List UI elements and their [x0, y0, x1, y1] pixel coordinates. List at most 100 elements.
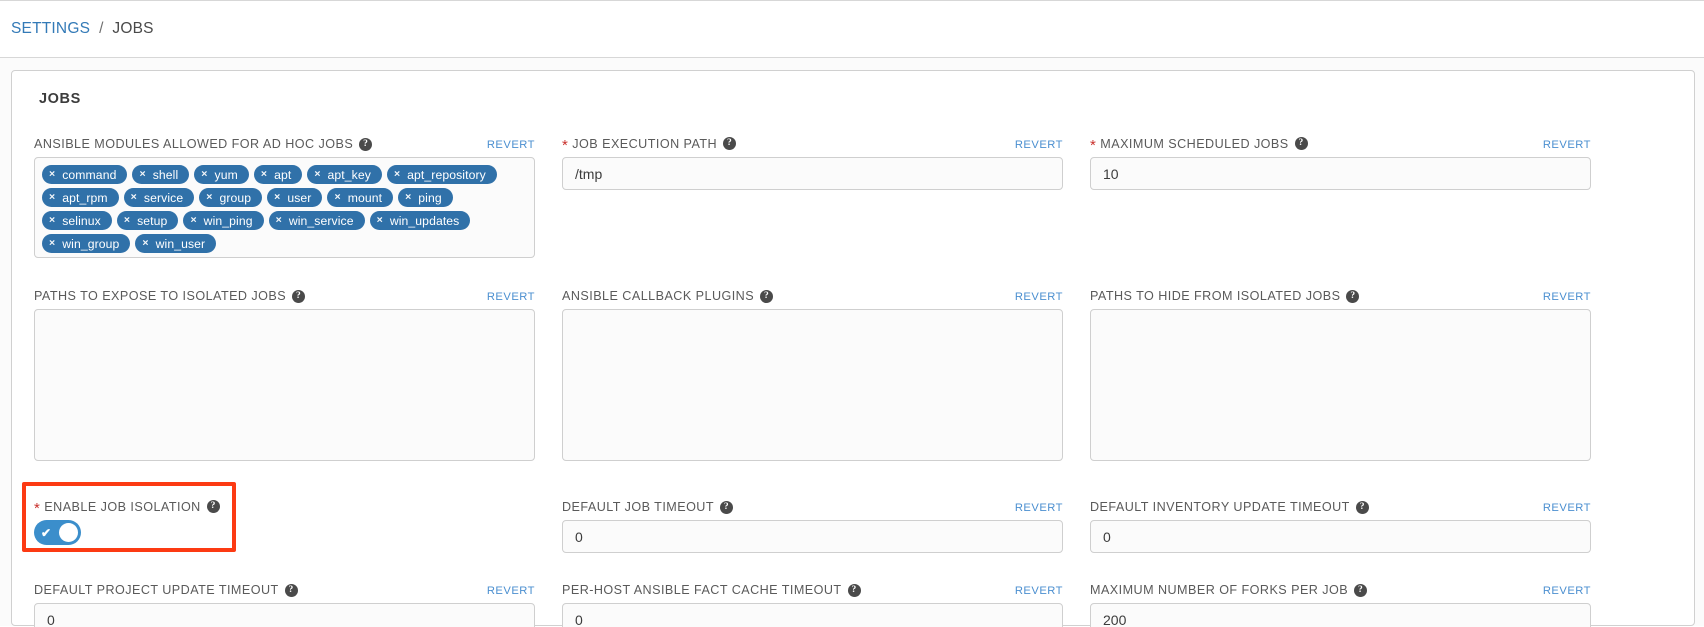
label-maximum-scheduled-jobs: * MAXIMUM SCHEDULED JOBS ? — [1090, 136, 1308, 153]
enable-job-isolation-toggle[interactable]: ✔ — [34, 520, 81, 545]
paths-expose-isolated-textarea[interactable] — [34, 309, 535, 461]
toggle-knob — [59, 523, 78, 542]
breadcrumb-jobs-current: JOBS — [112, 20, 154, 37]
default-inventory-update-timeout-label-text: DEFAULT INVENTORY UPDATE TIMEOUT — [1090, 500, 1350, 514]
breadcrumb-settings-link[interactable]: SETTINGS — [11, 20, 90, 38]
label-ansible-callback-plugins: ANSIBLE CALLBACK PLUGINS ? — [562, 289, 774, 303]
remove-tag-icon[interactable]: × — [124, 215, 130, 226]
module-tag[interactable]: × setup — [116, 211, 179, 230]
paths-hide-isolated-textarea[interactable] — [1090, 309, 1591, 461]
remove-tag-icon[interactable]: × — [314, 169, 320, 180]
remove-tag-icon[interactable]: × — [276, 215, 282, 226]
field-maximum-scheduled-jobs: * MAXIMUM SCHEDULED JOBS ? REVERT — [1090, 129, 1591, 258]
revert-paths-hide-isolated[interactable]: REVERT — [1543, 291, 1591, 303]
field-job-execution-path: * JOB EXECUTION PATH ? REVERT — [562, 129, 1063, 258]
default-job-timeout-input[interactable] — [562, 520, 1063, 553]
module-tag[interactable]: × apt_key — [307, 165, 382, 184]
remove-tag-icon[interactable]: × — [49, 238, 55, 249]
help-icon[interactable]: ? — [723, 137, 737, 150]
revert-default-project-update-timeout[interactable]: REVERT — [487, 585, 535, 597]
remove-tag-icon[interactable]: × — [190, 215, 196, 226]
module-tag[interactable]: × mount — [327, 188, 394, 207]
module-tag[interactable]: × win_updates — [369, 211, 471, 230]
revert-maximum-scheduled-jobs[interactable]: REVERT — [1543, 139, 1591, 151]
help-icon[interactable]: ? — [359, 137, 373, 151]
help-icon[interactable]: ? — [1294, 137, 1308, 150]
help-icon[interactable]: ? — [1354, 583, 1368, 597]
maximum-scheduled-jobs-input[interactable] — [1090, 157, 1591, 190]
revert-paths-expose-isolated[interactable]: REVERT — [487, 291, 535, 303]
module-tag-label: win_updates — [389, 213, 460, 228]
remove-tag-icon[interactable]: × — [274, 192, 280, 203]
ansible-callback-plugins-textarea[interactable] — [562, 309, 1063, 461]
module-tag[interactable]: × win_service — [268, 211, 365, 230]
ansible-modules-tagbox[interactable]: × command × shell × yum × apt × apt_key × apt_repos… — [34, 157, 535, 258]
help-icon[interactable]: ? — [760, 289, 774, 303]
maximum-forks-per-job-label-text: MAXIMUM NUMBER OF FORKS PER JOB — [1090, 583, 1349, 597]
revert-ansible-modules[interactable]: REVERT — [487, 139, 535, 151]
label-row-maximum-forks-per-job: MAXIMUM NUMBER OF FORKS PER JOB ? REVERT — [1090, 575, 1591, 597]
module-tag[interactable]: × win_group — [42, 234, 131, 253]
label-row-paths-hide-isolated: PATHS TO HIDE FROM ISOLATED JOBS ? REVER… — [1090, 281, 1591, 303]
remove-tag-icon[interactable]: × — [334, 192, 340, 203]
per-host-fact-cache-timeout-input[interactable] — [562, 603, 1063, 627]
remove-tag-icon[interactable]: × — [49, 215, 55, 226]
label-default-project-update-timeout: DEFAULT PROJECT UPDATE TIMEOUT ? — [34, 583, 298, 597]
module-tag[interactable]: × group — [199, 188, 263, 207]
label-maximum-forks-per-job: MAXIMUM NUMBER OF FORKS PER JOB ? — [1090, 583, 1368, 597]
field-enable-job-isolation: * ENABLE JOB ISOLATION ? ✔ — [22, 482, 535, 553]
module-tag[interactable]: × yum — [194, 165, 249, 184]
paths-expose-isolated-label-text: PATHS TO EXPOSE TO ISOLATED JOBS — [34, 289, 287, 303]
revert-per-host-fact-cache-timeout[interactable]: REVERT — [1015, 585, 1063, 597]
remove-tag-icon[interactable]: × — [139, 169, 145, 180]
module-tag[interactable]: × command — [42, 165, 128, 184]
module-tag[interactable]: × win_ping — [183, 211, 264, 230]
remove-tag-icon[interactable]: × — [49, 192, 55, 203]
label-row-ansible-modules: ANSIBLE MODULES ALLOWED FOR AD HOC JOBS … — [34, 129, 535, 151]
module-tag[interactable]: × apt_repository — [386, 165, 497, 184]
module-tag[interactable]: × shell — [132, 165, 190, 184]
revert-maximum-forks-per-job[interactable]: REVERT — [1543, 585, 1591, 597]
help-icon[interactable]: ? — [206, 500, 220, 513]
remove-tag-icon[interactable]: × — [405, 192, 411, 203]
remove-tag-icon[interactable]: × — [131, 192, 137, 203]
default-project-update-timeout-input[interactable] — [34, 603, 535, 627]
help-icon[interactable]: ? — [284, 583, 298, 597]
revert-ansible-callback-plugins[interactable]: REVERT — [1015, 291, 1063, 303]
revert-default-inventory-update-timeout[interactable]: REVERT — [1543, 502, 1591, 514]
field-maximum-forks-per-job: MAXIMUM NUMBER OF FORKS PER JOB ? REVERT — [1090, 575, 1591, 627]
field-paths-hide-isolated: PATHS TO HIDE FROM ISOLATED JOBS ? REVER… — [1090, 281, 1591, 466]
module-tag[interactable]: × ping — [398, 188, 453, 207]
revert-default-job-timeout[interactable]: REVERT — [1015, 502, 1063, 514]
default-inventory-update-timeout-input[interactable] — [1090, 520, 1591, 553]
form-row-1: ANSIBLE MODULES ALLOWED FOR AD HOC JOBS … — [34, 129, 1672, 258]
remove-tag-icon[interactable]: × — [261, 169, 267, 180]
remove-tag-icon[interactable]: × — [201, 169, 207, 180]
label-enable-job-isolation: * ENABLE JOB ISOLATION ? — [34, 499, 220, 516]
module-tag[interactable]: × selinux — [42, 211, 112, 230]
label-row-default-project-update-timeout: DEFAULT PROJECT UPDATE TIMEOUT ? REVERT — [34, 575, 535, 597]
maximum-forks-per-job-input[interactable] — [1090, 603, 1591, 627]
module-tag[interactable]: × service — [123, 188, 195, 207]
revert-job-execution-path[interactable]: REVERT — [1015, 139, 1063, 151]
job-execution-path-input[interactable] — [562, 157, 1063, 190]
remove-tag-icon[interactable]: × — [142, 238, 148, 249]
settings-jobs-page: SETTINGS / JOBS JOBS ANSIBLE MODULES ALL… — [0, 0, 1704, 627]
field-default-project-update-timeout: DEFAULT PROJECT UPDATE TIMEOUT ? REVERT — [34, 575, 535, 627]
module-tag-label: ping — [418, 190, 442, 205]
remove-tag-icon[interactable]: × — [377, 215, 383, 226]
module-tag[interactable]: × win_user — [135, 234, 217, 253]
module-tag[interactable]: × apt_rpm — [42, 188, 119, 207]
help-icon[interactable]: ? — [847, 583, 861, 597]
help-icon[interactable]: ? — [1355, 500, 1369, 514]
module-tag[interactable]: × user — [267, 188, 323, 207]
remove-tag-icon[interactable]: × — [49, 169, 55, 180]
module-tag[interactable]: × apt — [253, 165, 303, 184]
help-icon[interactable]: ? — [292, 289, 306, 303]
help-icon[interactable]: ? — [1346, 289, 1360, 303]
remove-tag-icon[interactable]: × — [206, 192, 212, 203]
label-default-job-timeout: DEFAULT JOB TIMEOUT ? — [562, 500, 733, 514]
card-wrapper: JOBS ANSIBLE MODULES ALLOWED FOR AD HOC … — [0, 58, 1704, 627]
remove-tag-icon[interactable]: × — [394, 169, 400, 180]
help-icon[interactable]: ? — [720, 500, 733, 514]
